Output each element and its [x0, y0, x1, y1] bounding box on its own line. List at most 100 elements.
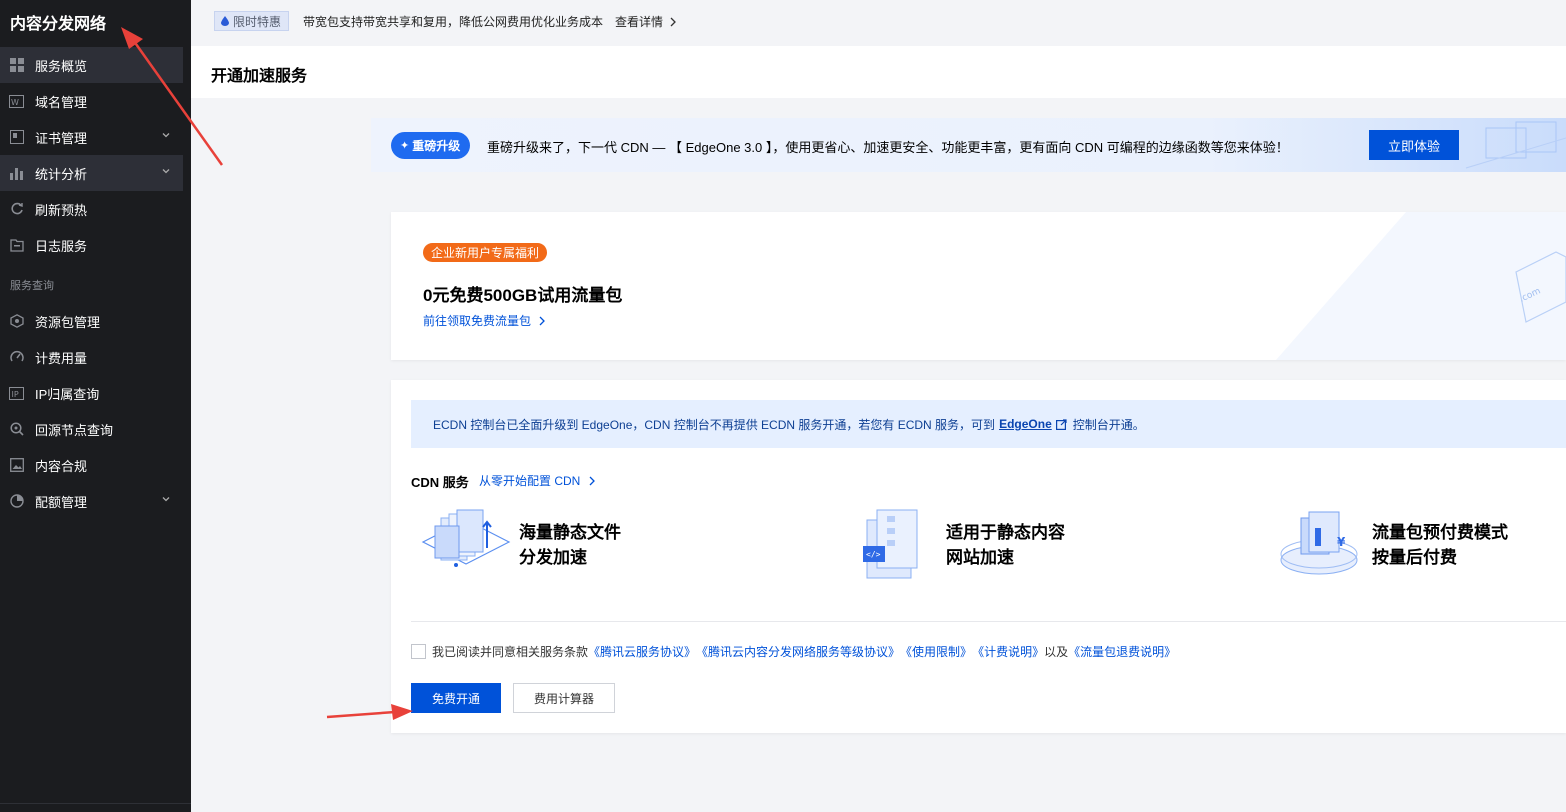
- try-now-button[interactable]: 立即体验: [1369, 130, 1459, 160]
- sidebar-item-domain[interactable]: W 域名管理: [0, 83, 183, 119]
- claim-link-label: 前往领取免费流量包: [423, 314, 532, 328]
- sidebar-item-certificate[interactable]: 证书管理: [0, 119, 183, 155]
- sidebar-item-label: 统计分析: [35, 166, 88, 182]
- sidebar-item-compliance[interactable]: 内容合规: [0, 447, 183, 483]
- enterprise-benefit-tag: 企业新用户专属福利: [423, 243, 548, 262]
- setup-cdn-link[interactable]: 从零开始配置 CDN: [479, 472, 596, 489]
- chevron-down-icon: [161, 130, 173, 142]
- sidebar-item-label: 域名管理: [35, 94, 88, 110]
- notice-suffix: 控制台开通。: [1072, 417, 1145, 432]
- feature-text: 海量静态文件 分发加速: [519, 520, 621, 570]
- page-header: 开通加速服务: [191, 46, 1566, 98]
- feature-line: 按量后付费: [1372, 548, 1457, 567]
- drop-icon: [221, 16, 229, 26]
- free-trial-title: 0元免费500GB试用流量包: [423, 286, 623, 305]
- setup-cdn-label: 从零开始配置 CDN: [479, 474, 581, 488]
- domain-icon: W: [9, 94, 24, 109]
- sidebar-item-billing-usage[interactable]: 计费用量: [0, 339, 183, 375]
- promo-text: 带宽包支持带宽共享和复用，降低公网费用优化业务成本: [303, 15, 604, 29]
- cdn-sla-link[interactable]: 《腾讯云内容分发网络服务等级协议》: [696, 643, 900, 660]
- svg-text:IP: IP: [12, 390, 19, 399]
- sidebar-item-ip-lookup[interactable]: IP IP归属查询: [0, 375, 183, 411]
- sparkle-icon: ✦: [400, 140, 410, 152]
- feature-line: 分发加速: [519, 548, 587, 567]
- feature-static-files: 海量静态文件 分发加速: [421, 502, 721, 592]
- feature-line: 网站加速: [946, 548, 1014, 567]
- ecdn-notice: ECDN 控制台已全面升级到 EdgeOne，CDN 控制台不再提供 ECDN …: [411, 400, 1566, 448]
- cdn-service-card: ECDN 控制台已全面升级到 EdgeOne，CDN 控制台不再提供 ECDN …: [391, 380, 1566, 733]
- feature-line: 流量包预付费模式: [1372, 523, 1508, 542]
- sidebar-item-statistics[interactable]: 统计分析: [0, 155, 183, 191]
- chevron-down-icon: [161, 166, 173, 178]
- certificate-icon: [9, 130, 24, 145]
- image-icon: [9, 458, 24, 473]
- chevron-down-icon: [161, 494, 173, 506]
- free-trial-card: .com 企业新用户专属福利 0元免费500GB试用流量包 前往领取免费流量包: [391, 212, 1566, 360]
- product-title: 内容分发网络: [10, 16, 107, 33]
- feature-line: 海量静态文件: [519, 523, 621, 542]
- agree-and: 以及: [1044, 645, 1069, 659]
- sidebar-item-label: 服务概览: [35, 58, 88, 74]
- sidebar-item-label: 资源包管理: [35, 314, 101, 330]
- top-promo-bar: 限时特惠 带宽包支持带宽共享和复用，降低公网费用优化业务成本 查看详情: [191, 0, 1566, 46]
- tencent-cloud-service-agreement-link[interactable]: 《腾讯云服务协议》: [588, 643, 696, 660]
- static-site-icon: </>: [863, 509, 918, 579]
- bar-chart-icon: [9, 166, 24, 181]
- sidebar-item-packages[interactable]: 资源包管理: [0, 303, 183, 339]
- sidebar-divider: [0, 803, 191, 804]
- feature-static-sites: </> 适用于静态内容 网站加速: [853, 502, 1153, 592]
- agree-checkbox[interactable]: [411, 644, 426, 659]
- page-title: 开通加速服务: [211, 68, 308, 85]
- external-link-icon: [1055, 418, 1067, 430]
- sidebar-item-origin-node[interactable]: 回源节点查询: [0, 411, 183, 447]
- sidebar-item-logs[interactable]: 日志服务: [0, 227, 183, 263]
- svg-text:W: W: [11, 98, 19, 107]
- refund-policy-link[interactable]: 《流量包退费说明》: [1068, 643, 1176, 660]
- log-icon: [9, 238, 24, 253]
- notice-prefix: ECDN 控制台已全面升级到 EdgeOne，CDN 控制台不再提供 ECDN …: [433, 417, 996, 432]
- claim-free-package-link[interactable]: 前往领取免费流量包: [423, 312, 546, 329]
- promo-details-link[interactable]: 查看详情: [615, 13, 677, 30]
- sidebar-item-quota[interactable]: 配额管理: [0, 483, 183, 519]
- promo-tag-label: 限时特惠: [233, 14, 282, 29]
- svg-text:¥: ¥: [1337, 535, 1346, 549]
- static-files-icon: [421, 509, 511, 567]
- sidebar-item-refresh[interactable]: 刷新预热: [0, 191, 183, 227]
- sidebar-item-label: 计费用量: [35, 350, 88, 366]
- upgrade-badge: ✦ 重磅升级: [391, 132, 471, 159]
- sidebar-item-label: 配额管理: [35, 494, 88, 510]
- sidebar-item-overview[interactable]: 服务概览: [0, 47, 183, 83]
- promo-details-label: 查看详情: [615, 15, 664, 29]
- billing-mode-icon: ¥: [1280, 511, 1358, 575]
- chevron-right-icon: [539, 316, 546, 326]
- grid-icon: [9, 58, 24, 73]
- package-icon: [9, 314, 24, 329]
- sidebar-item-label: 证书管理: [35, 130, 88, 146]
- chevron-right-icon: [589, 476, 595, 486]
- cdn-service-heading: CDN 服务: [411, 475, 469, 490]
- refresh-icon: [9, 202, 24, 217]
- sidebar-item-label: 内容合规: [35, 458, 88, 474]
- feature-line: 适用于静态内容: [946, 523, 1065, 542]
- terms-agreement: 我已阅读并同意相关服务条款 《腾讯云服务协议》 《腾讯云内容分发网络服务等级协议…: [411, 643, 1176, 660]
- edgeone-link[interactable]: EdgeOne: [999, 417, 1052, 431]
- pie-icon: [9, 494, 24, 509]
- free-activate-button[interactable]: 免费开通: [411, 683, 501, 713]
- divider: [411, 621, 1566, 622]
- sidebar-section-label: 服务查询: [10, 280, 54, 292]
- usage-limits-link[interactable]: 《使用限制》: [900, 643, 972, 660]
- feature-text: 流量包预付费模式 按量后付费: [1372, 520, 1508, 570]
- sidebar-item-label: 刷新预热: [35, 202, 88, 218]
- upgrade-badge-label: 重磅升级: [412, 139, 461, 153]
- upgrade-text: 重磅升级来了，下一代 CDN — 【 EdgeOne 3.0 】，使用更省心、加…: [487, 140, 1289, 155]
- billing-description-link[interactable]: 《计费说明》: [972, 643, 1044, 660]
- ip-icon: IP: [9, 386, 24, 401]
- feature-billing-mode: ¥ 流量包预付费模式 按量后付费: [1279, 502, 1566, 592]
- sidebar: 内容分发网络 服务概览 W 域名管理 证书管理 统计分析 刷新预热 日志服务 服…: [0, 0, 191, 812]
- gauge-icon: [9, 350, 24, 365]
- feature-text: 适用于静态内容 网站加速: [946, 520, 1065, 570]
- sidebar-item-label: 回源节点查询: [35, 422, 114, 438]
- sidebar-item-label: IP归属查询: [35, 386, 100, 402]
- svg-text:</>: </>: [866, 550, 881, 559]
- cost-calculator-button[interactable]: 费用计算器: [513, 683, 615, 713]
